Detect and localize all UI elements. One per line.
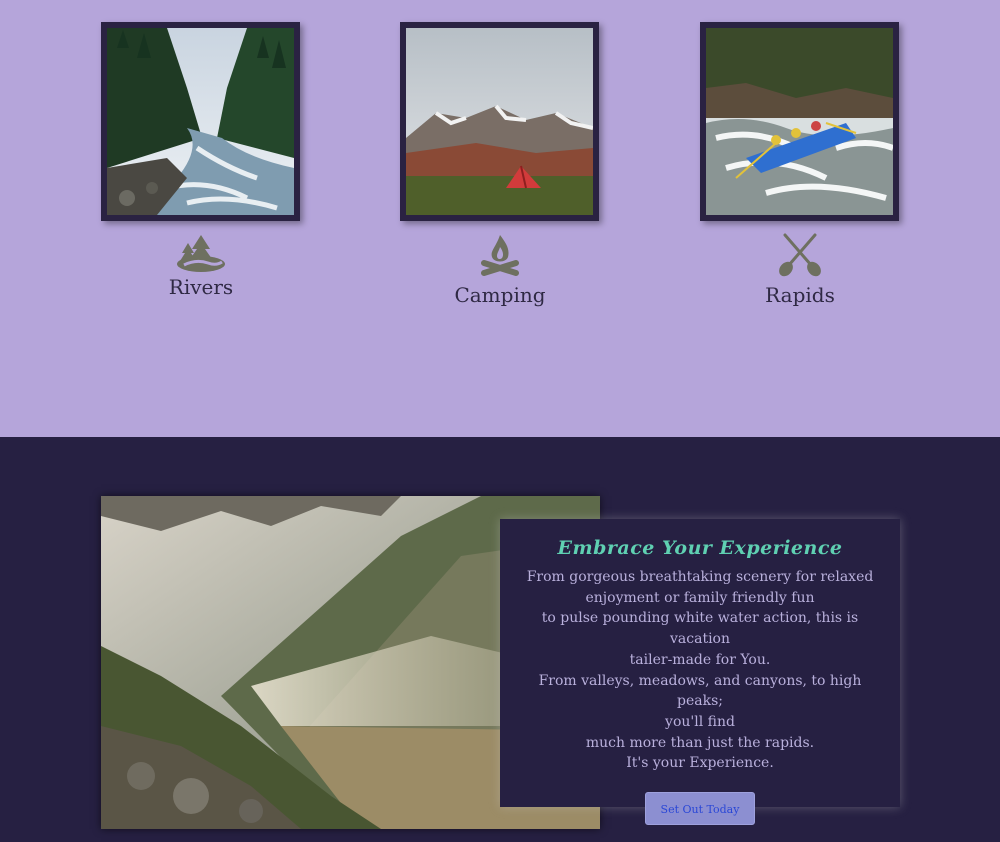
description-line: you'll find (665, 713, 735, 730)
description-line: It's your Experience. (626, 755, 774, 772)
features-section: Rivers Camping Rapids (0, 0, 1000, 437)
feature-photo-frame (400, 22, 599, 221)
description-line: From gorgeous breathtaking scenery for r… (526, 569, 874, 585)
feature-card-rivers: Rivers (101, 22, 301, 299)
experience-section: Embrace Your Experience From gorgeous br… (0, 437, 1000, 842)
feature-label: Camping (454, 283, 546, 307)
feature-label: Rapids (765, 283, 835, 307)
rapids-photo (706, 28, 893, 215)
feature-label: Rivers (168, 275, 234, 299)
feature-card-camping: Camping (400, 22, 600, 307)
description-line: much more than just the rapids. (585, 734, 815, 751)
rivers-photo (107, 28, 294, 215)
feature-photo-frame (700, 22, 899, 221)
experience-info-card: Embrace Your Experience From gorgeous br… (500, 519, 900, 826)
experience-heading: Embrace Your Experience (557, 537, 843, 559)
description-line: From valleys, meadows, and canyons, to h… (538, 672, 862, 710)
feature-photo-frame (101, 22, 300, 221)
description-line: to pulse pounding white water action, th… (541, 610, 859, 648)
crossed-paddles-icon (700, 233, 900, 277)
description-line: tailer-made for You. (629, 651, 771, 668)
description-line: enjoyment or family friendly fun (585, 589, 815, 606)
river-forest-icon (101, 233, 301, 273)
camping-photo (406, 28, 593, 215)
experience-description: From gorgeous breathtaking scenery for r… (500, 567, 900, 774)
campfire-icon (400, 233, 600, 277)
set-out-today-button[interactable]: Set Out Today (645, 792, 755, 826)
feature-card-rapids: Rapids (700, 22, 900, 307)
